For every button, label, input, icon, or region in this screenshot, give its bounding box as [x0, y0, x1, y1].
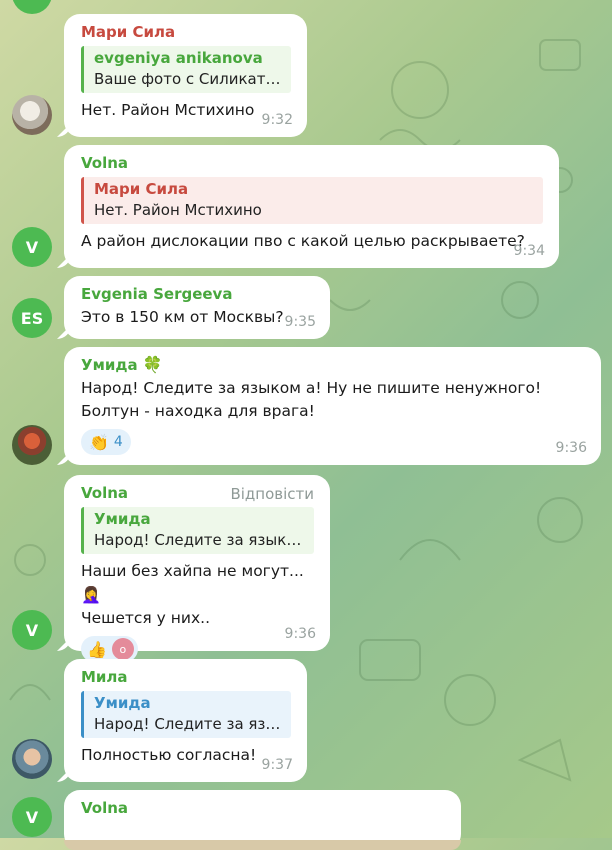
reply-text: Нет. Район Мстихино [94, 201, 262, 219]
avatar[interactable] [12, 739, 52, 779]
facepalm-icon: 🤦‍♀️ [81, 585, 101, 604]
reply-sender: Умида [94, 510, 151, 528]
reactions: 👏 4 [81, 429, 585, 455]
reply-sender: evgeniya anikanova [94, 49, 263, 67]
message-line-1: Наши без хайпа не могут... [81, 562, 304, 580]
reaction-count: 4 [113, 434, 123, 450]
reply-sender: Мари Сила [94, 180, 189, 198]
media-preview[interactable] [64, 840, 461, 850]
sender-name[interactable]: Volna [81, 153, 543, 173]
message-bubble[interactable]: Evgenia Sergeeva Это в 150 км от Москвы?… [64, 276, 330, 339]
message-time: 9:37 [261, 757, 293, 773]
message-time: 9:34 [513, 243, 545, 259]
message-bubble[interactable]: Volna Відповісти Умида Народ! Следите за… [64, 475, 330, 662]
reply-text: Народ! Следите за языком ... [94, 531, 306, 549]
avatar[interactable]: V [12, 797, 52, 837]
sender-name-text: Умида [81, 356, 138, 374]
message-time: 9:36 [284, 626, 316, 642]
avatar[interactable]: V [12, 227, 52, 267]
message-bubble[interactable]: Volna [64, 790, 461, 850]
message-text: Наши без хайпа не могут... 🤦‍♀️ Чешется у… [81, 560, 314, 630]
message-bubble[interactable]: Мила Умида Народ! Следите за язык... Пол… [64, 659, 307, 782]
message-bubble[interactable]: Умида 🍀 Народ! Следите за языком а! Ну н… [64, 347, 601, 465]
avatar-initials: V [25, 807, 39, 827]
reply-quote[interactable]: Умида Народ! Следите за языком ... [81, 507, 314, 554]
avatar[interactable] [12, 425, 52, 465]
reply-button[interactable]: Відповісти [230, 485, 314, 503]
clover-icon: 🍀 [142, 355, 163, 374]
message-text: Это в 150 км от Москвы? [81, 308, 284, 326]
reactor-avatar: o [111, 638, 134, 660]
message-line-2: Чешется у них.. [81, 609, 211, 627]
clap-icon: 👏 [89, 432, 109, 452]
sender-name[interactable]: Мила [81, 667, 291, 687]
avatar-initials: V [25, 237, 39, 257]
reaction-clap[interactable]: 👏 4 [81, 429, 131, 455]
sender-name[interactable]: Volna [81, 798, 445, 818]
reply-quote[interactable]: Умида Народ! Следите за язык... [81, 691, 291, 738]
sender-name[interactable]: Умида 🍀 [81, 355, 585, 375]
sender-name[interactable]: Мари Сила [81, 22, 291, 42]
reply-quote[interactable]: Мари Сила Нет. Район Мстихино [81, 177, 543, 224]
message-text: А район дислокации пво с какой целью рас… [81, 232, 525, 250]
message-time: 9:32 [261, 112, 293, 128]
sender-name[interactable]: Evgenia Sergeeva [81, 284, 314, 304]
reply-sender: Умида [94, 694, 151, 712]
message-bubble[interactable]: Volna Мари Сила Нет. Район Мстихино А ра… [64, 145, 559, 268]
avatar-initials: V [25, 620, 39, 640]
avatar[interactable] [12, 95, 52, 135]
avatar[interactable]: ES [12, 298, 52, 338]
message-time: 9:36 [555, 440, 587, 456]
message-text: Нет. Район Мстихино [81, 101, 255, 119]
avatar-initials: ES [20, 308, 44, 328]
avatar[interactable] [12, 0, 52, 14]
thumbs-up-icon: 👍 [87, 639, 107, 659]
reply-text: Ваше фото с Силикатно... [94, 70, 283, 88]
message-time: 9:35 [284, 314, 316, 330]
message-text: Народ! Следите за языком а! Ну не пишите… [81, 379, 542, 420]
reply-text: Народ! Следите за язык... [94, 715, 283, 733]
message-text: Полностью согласна! [81, 746, 257, 764]
avatar[interactable]: V [12, 610, 52, 650]
reply-quote[interactable]: evgeniya anikanova Ваше фото с Силикатно… [81, 46, 291, 93]
message-bubble[interactable]: Мари Сила evgeniya anikanova Ваше фото с… [64, 14, 307, 137]
